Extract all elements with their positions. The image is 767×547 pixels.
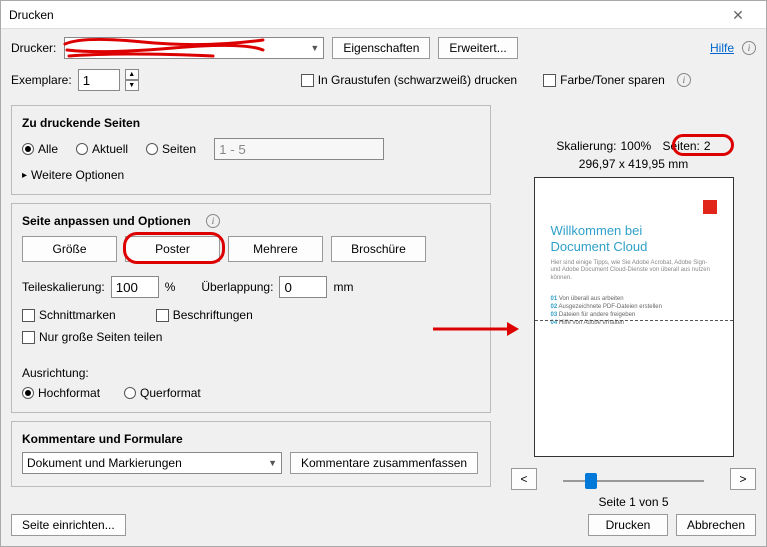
tab-booklet[interactable]: Broschüre <box>331 236 426 262</box>
scale-label: Skalierung: <box>556 139 616 153</box>
close-icon[interactable]: ✕ <box>718 1 758 29</box>
comments-select[interactable]: Dokument und Markierungen▼ <box>22 452 282 474</box>
info-icon[interactable]: i <box>206 214 220 228</box>
scale-value: 100% <box>620 139 651 153</box>
chevron-down-icon: ▼ <box>310 43 319 53</box>
print-preview: Willkommen beiDocument Cloud Hier sind e… <box>534 177 734 457</box>
page-slider[interactable] <box>563 473 704 489</box>
fit-title: Seite anpassen und Optionen <box>22 214 191 228</box>
advanced-button[interactable]: Erweitert... <box>438 37 517 59</box>
copies-label: Exemplare: <box>11 73 72 87</box>
properties-button[interactable]: Eigenschaften <box>332 37 430 59</box>
radio-landscape[interactable]: Querformat <box>124 386 201 400</box>
radio-all[interactable]: Alle <box>22 142 58 156</box>
page-indicator: Seite 1 von 5 <box>511 495 756 509</box>
comments-title: Kommentare und Formulare <box>22 432 480 446</box>
large-only-checkbox[interactable]: Nur große Seiten teilen <box>22 330 162 344</box>
sheet-pages-value: 2 <box>704 139 711 153</box>
prev-page-button[interactable]: < <box>511 468 537 490</box>
summarize-button[interactable]: Kommentare zusammenfassen <box>290 452 478 474</box>
cancel-button[interactable]: Abbrechen <box>676 514 756 536</box>
page-setup-button[interactable]: Seite einrichten... <box>11 514 126 536</box>
copies-stepper[interactable]: ▲▼ <box>125 69 139 91</box>
pages-title: Zu druckende Seiten <box>22 116 480 130</box>
window-title: Drucken <box>9 1 54 29</box>
printer-select[interactable]: ▼ <box>64 37 324 59</box>
labels-checkbox[interactable]: Beschriftungen <box>156 308 253 322</box>
overlap-label: Überlappung: <box>201 280 273 294</box>
save-toner-checkbox[interactable]: Farbe/Toner sparen <box>543 73 665 87</box>
radio-portrait[interactable]: Hochformat <box>22 386 100 400</box>
radio-current[interactable]: Aktuell <box>76 142 128 156</box>
orientation-title: Ausrichtung: <box>22 366 480 380</box>
tab-poster[interactable]: Poster <box>125 236 220 262</box>
cutmarks-checkbox[interactable]: Schnittmarken <box>22 308 116 322</box>
chevron-down-icon: ▼ <box>268 458 277 468</box>
page-range-input[interactable] <box>214 138 384 160</box>
tile-scale-input[interactable] <box>111 276 159 298</box>
chevron-right-icon[interactable]: ▸ <box>22 170 27 181</box>
print-button[interactable]: Drucken <box>588 514 668 536</box>
copies-input[interactable] <box>78 69 120 91</box>
tab-size[interactable]: Größe <box>22 236 117 262</box>
radio-range[interactable]: Seiten <box>146 142 196 156</box>
tab-multiple[interactable]: Mehrere <box>228 236 323 262</box>
help-link[interactable]: Hilfe <box>710 41 734 55</box>
tile-scale-label: Teileskalierung: <box>22 280 105 294</box>
more-options[interactable]: Weitere Optionen <box>31 168 124 182</box>
overlap-input[interactable] <box>279 276 327 298</box>
paper-dimensions: 296,97 x 419,95 mm <box>511 157 756 171</box>
sheet-pages-label: Seiten: <box>663 139 700 153</box>
adobe-icon <box>703 200 717 214</box>
info-icon[interactable]: i <box>742 41 756 55</box>
printer-label: Drucker: <box>11 41 56 55</box>
next-page-button[interactable]: > <box>730 468 756 490</box>
grayscale-checkbox[interactable]: In Graustufen (schwarzweiß) drucken <box>301 73 517 87</box>
info-icon[interactable]: i <box>677 73 691 87</box>
